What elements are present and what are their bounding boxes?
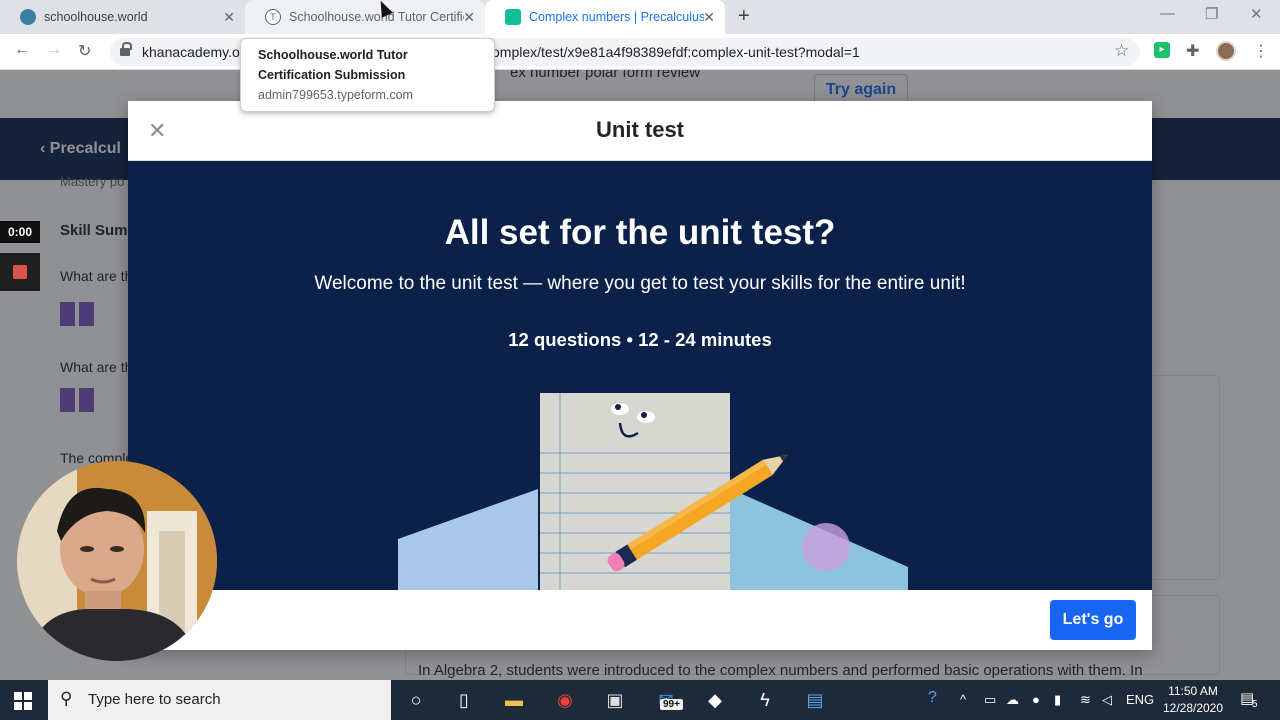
tooltip-title: Schoolhouse.world Tutor Certification Su…: [258, 48, 408, 82]
test-meta: 12 questions • 12 - 24 minutes: [508, 329, 772, 350]
minimize-icon[interactable]: —: [1160, 5, 1175, 22]
globe-icon: [20, 9, 36, 25]
dropbox-icon[interactable]: ◆: [703, 688, 727, 712]
puzzle-icon[interactable]: ✚: [1186, 41, 1199, 61]
menu-dots-icon[interactable]: ⋮: [1253, 41, 1269, 61]
browser-toolbar: ← → ↻ khanacademy.or omplex/test/x9e81a4…: [0, 34, 1280, 70]
url-path: omplex/test/x9e81a4f98389efdf:complex-un…: [492, 44, 860, 60]
taskbar-search-input[interactable]: ⚲ Type here to search: [48, 680, 391, 720]
chrome-icon[interactable]: ◉: [553, 688, 577, 712]
restore-icon[interactable]: ❐: [1205, 5, 1218, 23]
battery-icon[interactable]: ▮: [1054, 692, 1061, 708]
khan-academy-icon: [505, 9, 521, 25]
hero-subtitle: Welcome to the unit test — where you get…: [314, 273, 966, 294]
tab-schoolhouse[interactable]: schoolhouse.world ✕: [0, 0, 245, 34]
window-close-icon[interactable]: ✕: [1250, 5, 1263, 23]
language-indicator[interactable]: ENG: [1126, 692, 1154, 707]
profile-avatar[interactable]: [1216, 41, 1236, 61]
extension-icon[interactable]: ▸: [1154, 42, 1170, 58]
lock-icon: [120, 42, 132, 57]
app-bolt-icon[interactable]: ϟ: [753, 688, 777, 712]
windows-start-icon[interactable]: [14, 692, 32, 710]
reload-icon[interactable]: ↻: [78, 41, 91, 61]
clock-date: 12/28/2020: [1162, 701, 1224, 715]
meet-icon[interactable]: ▭: [984, 692, 996, 708]
photos-icon[interactable]: ▤: [803, 688, 827, 712]
forward-icon[interactable]: →: [46, 41, 62, 59]
close-tab-icon[interactable]: ✕: [223, 9, 235, 26]
new-tab-button[interactable]: +: [738, 5, 750, 28]
back-icon[interactable]: ←: [14, 41, 30, 59]
cortana-icon[interactable]: ○: [404, 688, 428, 712]
system-clock[interactable]: 11:50 AM 12/28/2020: [1158, 683, 1228, 717]
webcam-image: [17, 461, 217, 661]
onedrive-icon[interactable]: ☁: [1006, 692, 1019, 708]
show-hidden-icon[interactable]: ^: [960, 692, 966, 707]
tab-khan[interactable]: Complex numbers | Precalculus | ✕: [485, 0, 725, 34]
tab-strip: schoolhouse.world ✕ T Schoolhouse.world …: [0, 0, 1280, 34]
modal-hero: All set for the unit test? Welcome to th…: [128, 161, 1152, 590]
bookmark-star-icon[interactable]: ☆: [1114, 41, 1129, 61]
notification-count: 5: [1252, 699, 1258, 710]
volume-icon[interactable]: ◁: [1102, 692, 1112, 708]
microphone-icon[interactable]: ●: [1032, 692, 1040, 707]
tooltip-domain: admin799653.typeform.com: [258, 88, 413, 102]
tab-typeform[interactable]: T Schoolhouse.world Tutor Certific ✕: [245, 0, 485, 34]
task-view-icon[interactable]: ▯: [452, 688, 476, 712]
close-tab-icon[interactable]: ✕: [703, 9, 715, 26]
store-icon[interactable]: ▣: [603, 688, 627, 712]
tab-title: Complex numbers | Precalculus |: [529, 10, 704, 24]
clock-time: 11:50 AM: [1168, 684, 1218, 698]
hero-heading: All set for the unit test?: [444, 213, 836, 252]
stop-recording-button[interactable]: [0, 253, 40, 291]
wifi-icon[interactable]: ≋: [1080, 692, 1091, 708]
mail-badge: 99+: [660, 699, 683, 710]
recording-timer: 0:00: [0, 221, 40, 243]
help-icon[interactable]: ?: [928, 689, 937, 707]
close-tab-icon[interactable]: ✕: [463, 9, 475, 26]
webcam-overlay: [17, 461, 217, 661]
url-host: khanacademy.or: [142, 44, 245, 60]
tab-title: Schoolhouse.world Tutor Certific: [289, 10, 464, 24]
modal-footer: Let's go: [128, 590, 1152, 650]
tab-tooltip: Schoolhouse.world Tutor Certification Su…: [240, 38, 495, 112]
typeform-icon: T: [265, 9, 281, 25]
search-placeholder: Type here to search: [88, 691, 221, 708]
modal-title: Unit test: [596, 117, 684, 142]
paper-pencil-illustration: [398, 393, 908, 590]
file-explorer-icon[interactable]: ▬: [502, 688, 526, 712]
unit-test-modal: ✕ Unit test All set for the unit test? W…: [128, 101, 1152, 650]
lets-go-button[interactable]: Let's go: [1050, 600, 1136, 640]
windows-taskbar: ⚲ Type here to search ○ ▯ ▬ ◉ ▣ ✉ 99+ ◆ …: [0, 680, 1280, 720]
tab-title: schoolhouse.world: [44, 10, 148, 24]
search-icon: ⚲: [60, 689, 73, 708]
